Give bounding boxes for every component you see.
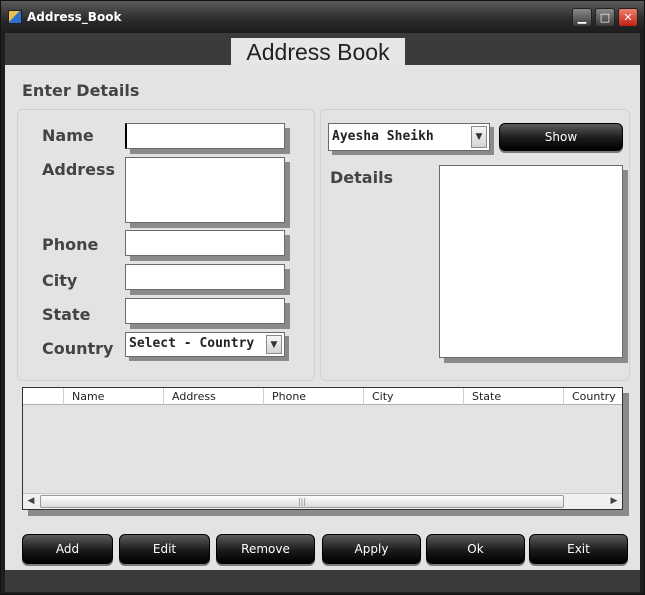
- app-window: Address_Book ▁ □ ✕ Address Book Enter De…: [0, 0, 645, 595]
- grid-row-header-corner: [23, 388, 63, 405]
- phone-label: Phone: [42, 235, 99, 254]
- scroll-right-icon[interactable]: ▶: [606, 494, 622, 509]
- contact-select-value: Ayesha Sheikh: [332, 129, 434, 144]
- chevron-down-icon[interactable]: ▼: [266, 335, 282, 354]
- grid-col-name[interactable]: Name: [63, 388, 163, 405]
- country-select[interactable]: Select - Country ▼: [125, 332, 285, 357]
- address-input[interactable]: [125, 157, 285, 223]
- name-label: Name: [42, 126, 94, 145]
- scroll-left-icon[interactable]: ◀: [23, 494, 39, 509]
- grid-col-country[interactable]: Country: [563, 388, 623, 405]
- contact-select[interactable]: Ayesha Sheikh ▼: [328, 123, 490, 151]
- chevron-down-icon[interactable]: ▼: [471, 126, 487, 148]
- exit-button[interactable]: Exit: [529, 534, 628, 564]
- grid-col-phone[interactable]: Phone: [263, 388, 363, 405]
- ok-button[interactable]: Ok: [426, 534, 525, 564]
- page-title: Address Book: [231, 38, 405, 66]
- minimize-button[interactable]: ▁: [572, 8, 592, 27]
- country-select-value: Select - Country: [129, 336, 255, 351]
- window-title: Address_Book: [27, 10, 122, 24]
- apply-button[interactable]: Apply: [322, 534, 421, 564]
- maximize-button[interactable]: □: [595, 8, 615, 27]
- status-bar: [5, 570, 640, 592]
- name-input[interactable]: [125, 123, 285, 149]
- remove-button[interactable]: Remove: [216, 534, 315, 564]
- details-label: Details: [330, 168, 394, 187]
- grid-header: Name Address Phone City State Country: [23, 388, 622, 405]
- enter-details-label: Enter Details: [22, 81, 140, 100]
- client-area: Enter Details Name Address Phone City St…: [5, 65, 640, 570]
- scroll-thumb[interactable]: |||: [40, 495, 564, 508]
- phone-input[interactable]: [125, 230, 285, 256]
- title-bar[interactable]: Address_Book ▁ □ ✕: [1, 1, 644, 33]
- city-label: City: [42, 271, 78, 290]
- edit-button[interactable]: Edit: [119, 534, 210, 564]
- contacts-grid[interactable]: Name Address Phone City State Country ◀ …: [22, 387, 623, 510]
- close-button[interactable]: ✕: [618, 8, 638, 27]
- state-input[interactable]: [125, 298, 285, 324]
- country-label: Country: [42, 339, 114, 358]
- app-icon: [8, 10, 22, 24]
- details-output[interactable]: [439, 165, 623, 358]
- grid-col-address[interactable]: Address: [163, 388, 263, 405]
- state-label: State: [42, 305, 91, 324]
- city-input[interactable]: [125, 264, 285, 290]
- address-label: Address: [42, 160, 116, 179]
- show-button[interactable]: Show: [499, 123, 623, 151]
- add-button[interactable]: Add: [22, 534, 113, 564]
- grid-col-state[interactable]: State: [463, 388, 563, 405]
- grid-horizontal-scrollbar[interactable]: ◀ ||| ▶: [23, 493, 622, 509]
- grid-col-city[interactable]: City: [363, 388, 463, 405]
